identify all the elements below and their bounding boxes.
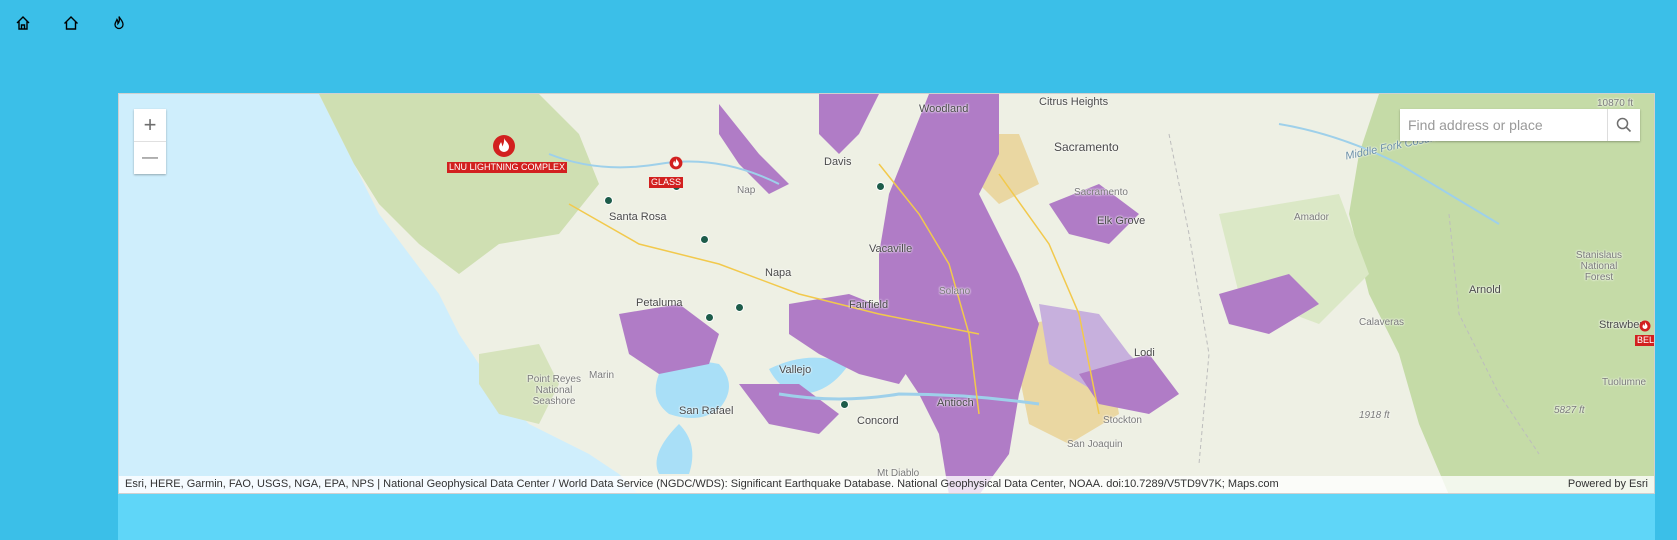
place-antioch: Antioch (937, 397, 974, 409)
fire-icon[interactable] (108, 12, 130, 34)
earthquake-point[interactable] (700, 235, 709, 244)
place-concord: Concord (857, 415, 899, 427)
earthquake-point[interactable] (705, 313, 714, 322)
search-button[interactable] (1607, 109, 1640, 141)
elevation-1918: 1918 ft (1359, 410, 1390, 421)
zoom-in-button[interactable]: + (134, 109, 166, 141)
place-davis: Davis (824, 156, 852, 168)
attribution-text[interactable]: Esri, HERE, Garmin, FAO, USGS, NGA, EPA,… (125, 476, 1279, 493)
fire-label-bell: BELL (1635, 335, 1654, 346)
search-icon (1616, 117, 1632, 133)
place-stanislaus-nf: Stanislaus National Forest (1575, 250, 1623, 283)
home-outline-icon[interactable] (60, 12, 82, 34)
earthquake-point[interactable] (840, 400, 849, 409)
earthquake-point[interactable] (735, 303, 744, 312)
elevation-5827: 5827 ft (1554, 405, 1585, 416)
zoom-out-button[interactable]: — (134, 141, 166, 174)
place-vallejo: Vallejo (779, 364, 812, 376)
place-vacaville: Vacaville (869, 243, 913, 255)
zoom-control: + — (134, 109, 166, 174)
place-citrus-heights: Citrus Heights (1039, 96, 1109, 108)
basemap (119, 94, 1654, 493)
place-woodland: Woodland (919, 103, 969, 115)
place-sacramento: Sacramento (1054, 140, 1119, 154)
place-elk-grove: Elk Grove (1097, 215, 1146, 227)
fire-marker-lnu[interactable] (492, 134, 516, 163)
fire-icon (1639, 320, 1651, 332)
lower-panel (118, 494, 1655, 540)
place-san-rafael: San Rafael (679, 405, 734, 417)
place-santa-rosa: Santa Rosa (609, 211, 667, 223)
place-solano: Solano (939, 286, 971, 297)
fire-marker-glass[interactable] (669, 156, 683, 175)
place-marin: Marin (589, 370, 615, 381)
place-napa: Napa (765, 267, 792, 279)
attribution-bar: Esri, HERE, Garmin, FAO, USGS, NGA, EPA,… (119, 476, 1654, 493)
map-view[interactable]: Woodland Citrus Heights Sacramento Davis… (118, 93, 1655, 494)
place-arnold: Arnold (1469, 284, 1501, 296)
powered-by-esri[interactable]: Powered by Esri (1568, 476, 1648, 493)
search-input[interactable] (1400, 109, 1607, 141)
place-stockton: Stockton (1103, 415, 1142, 426)
place-scale-hint: 10870 ft (1597, 98, 1634, 109)
home-icon[interactable] (12, 12, 34, 34)
place-petaluma: Petaluma (636, 297, 683, 309)
place-san-joaquin: San Joaquin (1067, 439, 1123, 450)
top-nav (12, 12, 130, 34)
fire-label-glass: GLASS (649, 177, 684, 188)
place-calaveras: Calaveras (1359, 317, 1405, 328)
fire-icon (669, 156, 683, 170)
place-point-reyes: Point Reyes National Seashore (527, 374, 581, 407)
place-amador: Amador (1294, 212, 1330, 223)
place-tuolumne: Tuolumne (1602, 377, 1647, 388)
earthquake-point[interactable] (876, 182, 885, 191)
place-lodi: Lodi (1134, 347, 1155, 359)
place-napa-county: Nap (737, 185, 756, 196)
place-sacramento-county: Sacramento (1074, 187, 1128, 198)
search-widget (1400, 109, 1640, 141)
fire-icon (493, 135, 515, 157)
earthquake-point[interactable] (604, 196, 613, 205)
fire-label-lnu: LNU LIGHTNING COMPLEX (447, 162, 568, 173)
place-fairfield: Fairfield (849, 299, 889, 311)
